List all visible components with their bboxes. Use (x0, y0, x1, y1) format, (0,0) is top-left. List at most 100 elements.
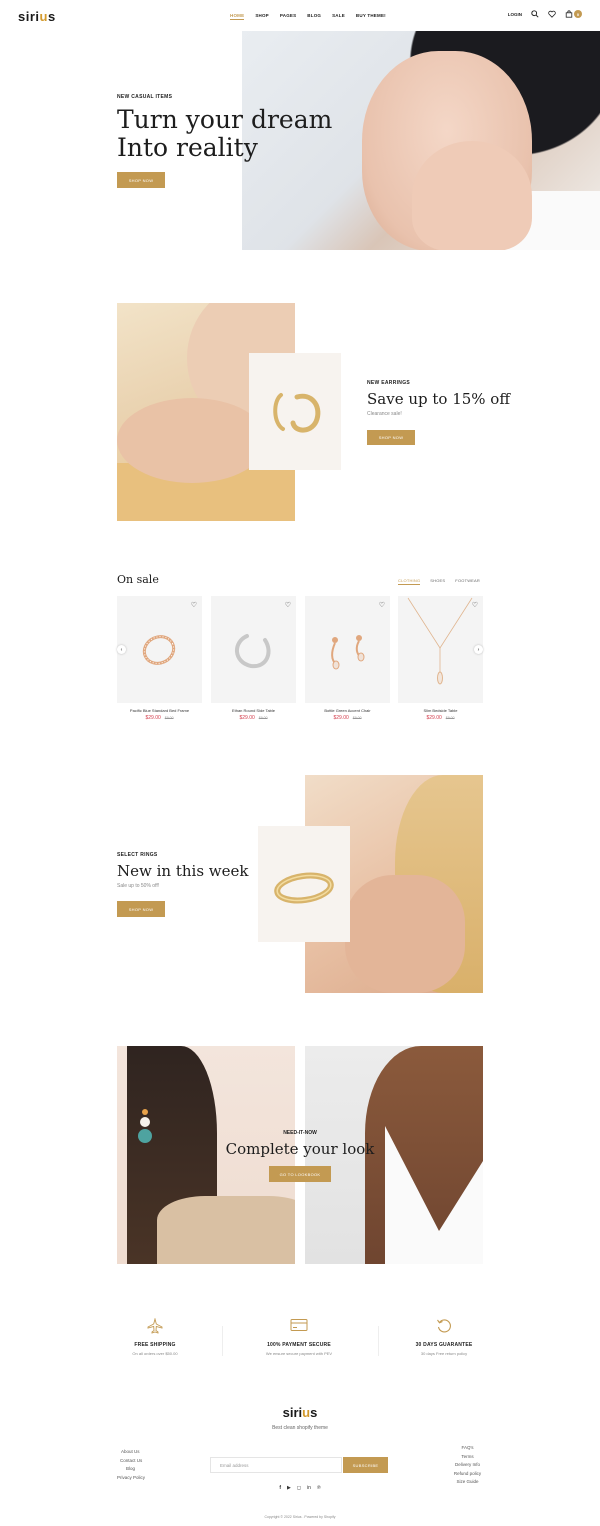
nav-item-blog[interactable]: BLOG (307, 13, 321, 20)
new-week-shop-now-button[interactable]: SHOP NOW (117, 901, 165, 917)
footer-link-terms[interactable]: Terms (450, 1453, 485, 1462)
footer-links-right: FAQ's Terms Delivery Info Refund policy … (450, 1444, 485, 1487)
nav-item-buy-theme[interactable]: BUY THEME! (356, 13, 386, 20)
cart[interactable]: 0 (565, 10, 582, 18)
nav-item-shop[interactable]: SHOP (255, 13, 269, 20)
nav-item-pages[interactable]: PAGES (280, 13, 296, 20)
wishlist-heart-icon[interactable]: ♡ (285, 601, 291, 609)
divider (222, 1326, 223, 1356)
ring-graphic (142, 635, 176, 665)
social-links: f ▶ ◻ in ℗ (0, 1485, 600, 1491)
product-image: ♡ (398, 596, 483, 703)
earrings-graphic (273, 393, 321, 433)
subscribe-button[interactable]: SUBSCRIBE (343, 1457, 388, 1473)
footer-link-refund[interactable]: Refund policy (450, 1470, 485, 1479)
search-icon[interactable] (531, 10, 539, 18)
copyright: Copyright © 2022 Sirius . Powered by Sho… (264, 1515, 336, 1519)
product-price: $29.00 (239, 715, 255, 721)
feature-title: FREE SHIPPING (134, 1342, 176, 1348)
feature-payment-secure: 100% PAYMENT SECURE We ensure secure pay… (239, 1318, 359, 1356)
feature-subtitle: 30 days Free return policy (420, 1351, 468, 1356)
product-card[interactable]: ♡ Ethan Round Side Table $29.00 $9.00 (211, 596, 296, 721)
on-sale-title: On sale (117, 573, 159, 586)
product-name[interactable]: Slim Bedside Table (398, 708, 483, 713)
divider (378, 1326, 379, 1356)
necklace-graphic (407, 597, 473, 685)
hero-title-line-1: Turn your dream (117, 105, 333, 134)
hero-shop-now-button[interactable]: SHOP NOW (117, 172, 165, 188)
feature-title: 100% PAYMENT SECURE (267, 1342, 331, 1348)
pinterest-icon[interactable]: ℗ (317, 1485, 321, 1491)
product-prices: $29.00 $9.00 (117, 715, 202, 721)
gold-ring-graphic (274, 872, 334, 904)
cart-count-badge: 0 (574, 10, 582, 18)
product-price: $29.00 (426, 715, 442, 721)
footer-links-left: About Us Contact Us Blog Privacy Policy (117, 1448, 145, 1482)
heart-icon[interactable] (548, 10, 556, 18)
tab-footwear[interactable]: FOOTWEAR (455, 578, 480, 585)
wishlist-heart-icon[interactable]: ♡ (472, 601, 478, 609)
facebook-icon[interactable]: f (279, 1485, 281, 1491)
product-price: $29.00 (145, 715, 161, 721)
product-card[interactable]: ♡ Slim Bedside Table $29.00 $9.00 (398, 596, 483, 721)
footer-link-delivery[interactable]: Delivery Info (450, 1461, 485, 1470)
product-name[interactable]: Pacific Blue Standard Bed Frame (117, 708, 202, 713)
nav-item-home[interactable]: HOME (230, 13, 245, 20)
header-actions: LOGIN 0 (508, 10, 582, 18)
plane-icon (95, 1317, 215, 1336)
hero-title-line-2: Into reality (117, 133, 258, 162)
earrings-shop-now-button[interactable]: SHOP NOW (367, 430, 415, 445)
footer-tagline: Best clean shopify theme (272, 1425, 328, 1431)
product-name[interactable]: Bottle Green Accent Chair (305, 708, 390, 713)
new-week-title: New in this week (117, 862, 249, 880)
product-old-price: $9.00 (258, 716, 268, 720)
footer-link-faqs[interactable]: FAQ's (450, 1444, 485, 1453)
footer-link-blog[interactable]: Blog (117, 1465, 145, 1474)
ring-product-image (258, 826, 350, 942)
tab-shoes[interactable]: SHOES (430, 578, 445, 585)
go-to-lookbook-button[interactable]: GO TO LOOKBOOK (269, 1166, 331, 1182)
credit-card-icon (239, 1318, 359, 1336)
feature-subtitle: We ensure secure payment with PEV (265, 1351, 333, 1356)
email-field[interactable]: Email address (210, 1457, 342, 1473)
ring-graphic (235, 634, 271, 669)
main-nav: HOME SHOP PAGES BLOG SALE BUY THEME! (230, 13, 386, 20)
product-prices: $29.00 $9.00 (305, 715, 390, 721)
wishlist-heart-icon[interactable]: ♡ (379, 601, 385, 609)
wishlist-heart-icon[interactable]: ♡ (191, 601, 197, 609)
linkedin-icon[interactable]: in (307, 1485, 311, 1491)
carousel-prev-chevron-left-icon[interactable]: ‹ (117, 645, 126, 654)
feature-subtitle: On all orders over $50.00 (132, 1351, 178, 1356)
feature-guarantee: 30 DAYS GUARANTEE 30 days Free return po… (384, 1318, 504, 1356)
lookbook-title: Complete your look (225, 1140, 375, 1158)
product-old-price: $9.00 (445, 716, 455, 720)
footer-link-privacy[interactable]: Privacy Policy (117, 1474, 145, 1483)
new-week-subtitle: Sale up to 50% off! (117, 883, 160, 889)
new-week-eyebrow: SELECT RINGS (117, 852, 158, 858)
refresh-icon (384, 1318, 504, 1336)
product-price: $29.00 (333, 715, 349, 721)
earrings-eyebrow: NEW EARRINGS (367, 380, 411, 386)
carousel-next-chevron-right-icon[interactable]: › (474, 645, 483, 654)
product-card[interactable]: ♡ Pacific Blue Standard Bed Frame $29.00… (117, 596, 202, 721)
earrings-graphic (331, 635, 365, 670)
product-card[interactable]: ♡ Bottle Green Accent Chair $29.00 $9.00 (305, 596, 390, 721)
logo[interactable]: sirius (18, 9, 56, 24)
product-old-price: $9.00 (164, 716, 174, 720)
hero-eyebrow: NEW CASUAL ITEMS (117, 94, 173, 100)
product-name[interactable]: Ethan Round Side Table (211, 708, 296, 713)
footer-link-about[interactable]: About Us (117, 1448, 145, 1457)
product-image: ♡ (305, 596, 390, 703)
youtube-icon[interactable]: ▶ (287, 1485, 291, 1491)
login-link[interactable]: LOGIN (508, 12, 522, 17)
product-prices: $29.00 $9.00 (398, 715, 483, 721)
nav-item-sale[interactable]: SALE (332, 13, 345, 20)
instagram-icon[interactable]: ◻ (297, 1485, 301, 1491)
bag-icon (565, 10, 573, 18)
footer-logo[interactable]: sirius (0, 1405, 600, 1420)
tab-clothing[interactable]: CLOTHING (398, 578, 421, 585)
footer-link-contact[interactable]: Contact Us (117, 1457, 145, 1466)
product-image: ♡ (211, 596, 296, 703)
product-prices: $29.00 $9.00 (211, 715, 296, 721)
product-image: ♡ (117, 596, 202, 703)
